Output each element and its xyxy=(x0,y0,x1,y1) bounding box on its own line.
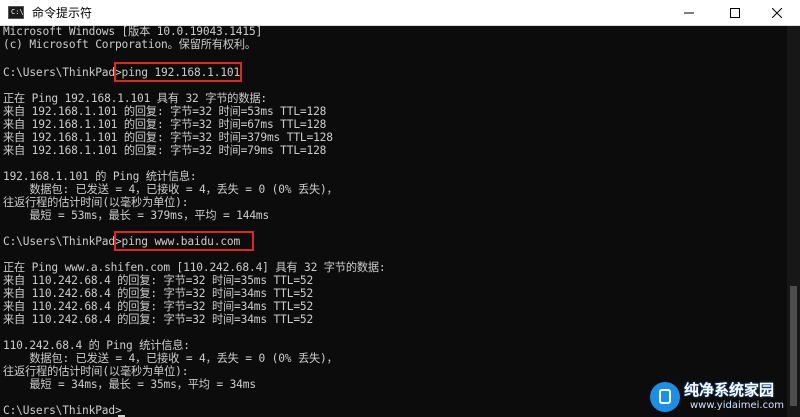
maximize-button[interactable] xyxy=(712,0,758,26)
close-button[interactable] xyxy=(754,0,800,26)
maximize-icon xyxy=(730,8,740,18)
watermark-title: 纯净系统家园 xyxy=(684,381,775,399)
title-bar: C:\ 命令提示符 xyxy=(0,0,800,26)
console-output[interactable]: Microsoft Windows [版本 10.0.19043.1415] (… xyxy=(0,26,787,417)
console-line: 来自 110.242.68.4 的回复: 字节=32 时间=34ms TTL=5… xyxy=(3,287,314,300)
console-line: 来自 110.242.68.4 的回复: 字节=32 时间=35ms TTL=5… xyxy=(3,274,314,287)
console-line: 数据包: 已发送 = 4，已接收 = 4，丢失 = 0 (0% 丢失)， xyxy=(3,352,338,365)
console-line: 正在 Ping www.a.shifen.com [110.242.68.4] … xyxy=(3,261,386,274)
vertical-scrollbar[interactable] xyxy=(787,26,800,417)
console-line: (c) Microsoft Corporation。保留所有权利。 xyxy=(3,38,256,51)
prompt-line: C:\Users\ThinkPad> xyxy=(3,404,122,417)
console-line: 正在 Ping 192.168.1.101 具有 32 字节的数据: xyxy=(3,92,267,105)
console-line: 来自 192.168.1.101 的回复: 字节=32 时间=67ms TTL=… xyxy=(3,118,327,131)
console-line: 来自 110.242.68.4 的回复: 字节=32 时间=34ms TTL=5… xyxy=(3,313,314,326)
console-line: 来自 110.242.68.4 的回复: 字节=32 时间=34ms TTL=5… xyxy=(3,300,314,313)
console-line: 数据包: 已发送 = 4，已接收 = 4，丢失 = 0 (0% 丢失)， xyxy=(3,183,338,196)
cmd-app-icon-text: C:\ xyxy=(11,8,24,16)
highlight-box-ping-ip xyxy=(114,62,242,82)
watermark: 纯净系统家园 www.yidaimei.com xyxy=(650,378,798,416)
close-icon xyxy=(772,8,782,18)
cmd-app-icon: C:\ xyxy=(8,6,24,19)
console-line: 往返行程的估计时间(以毫秒为单位): xyxy=(3,365,189,378)
highlight-box-ping-domain xyxy=(114,231,254,251)
minimize-button[interactable] xyxy=(666,0,712,26)
console-line: 来自 192.168.1.101 的回复: 字节=32 时间=53ms TTL=… xyxy=(3,105,327,118)
logo-icon xyxy=(650,382,680,412)
console-line: 最短 = 53ms，最长 = 379ms，平均 = 144ms xyxy=(3,209,270,222)
console-line: 192.168.1.101 的 Ping 统计信息: xyxy=(3,170,197,183)
minimize-icon xyxy=(684,12,694,14)
watermark-url: www.yidaimei.com xyxy=(690,400,784,411)
console-line: 往返行程的估计时间(以毫秒为单位): xyxy=(3,196,189,209)
console-line: 来自 192.168.1.101 的回复: 字节=32 时间=79ms TTL=… xyxy=(3,144,327,157)
window-title: 命令提示符 xyxy=(32,6,93,20)
console-line: 110.242.68.4 的 Ping 统计信息: xyxy=(3,339,190,352)
console-line: 来自 192.168.1.101 的回复: 字节=32 时间=379ms TTL… xyxy=(3,131,333,144)
console-line: 最短 = 34ms，最长 = 35ms，平均 = 34ms xyxy=(3,378,256,391)
console-line: Microsoft Windows [版本 10.0.19043.1415] xyxy=(3,26,263,38)
